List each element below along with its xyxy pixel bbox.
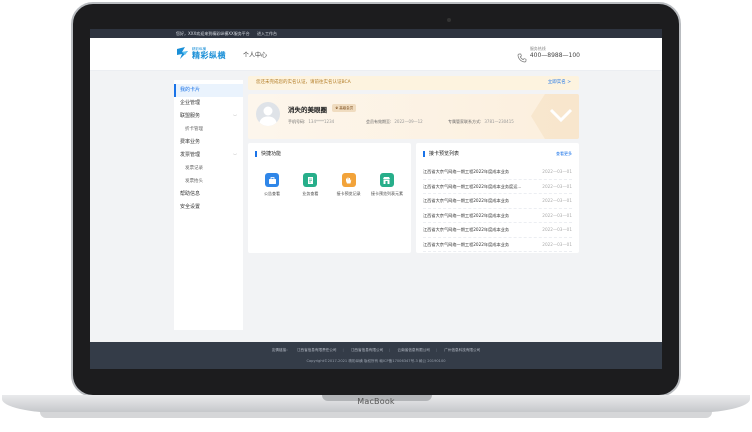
contact-info: 专属管家联系方式: 3781—230415 (448, 119, 514, 124)
footer-links: 友情链接： 江西省信息有限责任公司 | 江西省信息有限公司 | 云南省信息有限公司 |… (271, 348, 481, 352)
notice-text: 您还未完成您的实名认证，请前往实名认证BCA (256, 80, 351, 85)
quick-functions-panel: 快捷功能 公告查看 业务查看 接卡预览记录 接卡预览列表元素 (248, 143, 411, 253)
footer-link[interactable]: 江西省信息有限公司 (351, 348, 383, 352)
footer-link[interactable]: 云南省信息有限公司 (398, 348, 430, 352)
quick-functions-title: 快捷功能 (255, 151, 281, 157)
sidebar-item-invoice-title[interactable]: 发票抬头 (174, 175, 243, 188)
verify-now-link[interactable]: 立即实名 > (548, 76, 571, 90)
list-item[interactable]: 江西省大京气网络一期工程2022年度成本业务 2022—03—01 (423, 194, 572, 209)
quick-grid: 公告查看 业务查看 接卡预览记录 接卡预览列表元素 (254, 173, 405, 197)
panels-row: 快捷功能 公告查看 业务查看 接卡预览记录 接卡预览列表元素 接卡预览列表 查看… (248, 143, 579, 253)
sidebar-item-security[interactable]: 安全设置 (174, 201, 243, 214)
list-item[interactable]: 江西省大京气网络一期工程2022年度成本业务 2022—03—01 (423, 165, 572, 180)
crown-icon: ♛ (335, 106, 339, 110)
phone-icon (517, 48, 527, 63)
profile-card: 消失的美眼圈 ♛ 高级会员 手机号码: 134****1234 会员有效期至: 20… (248, 94, 579, 139)
hand-icon (341, 173, 356, 187)
main-panel: 您还未完成您的实名认证，请前往实名认证BCA 立即实名 > 消失的美眼圈 ♛ 高… (248, 76, 579, 253)
document-icon (303, 173, 318, 187)
preview-list-panel: 接卡预览列表 查看更多 江西省大京气网络一期工程2022年度成本业务 2022—0… (416, 143, 579, 253)
sidebar: 我的卡片 企业管理 联盟服务 ﹀ 折卡管理 费率业务 发票管理 ﹀ 发票记录 发… (174, 80, 243, 330)
phone-info: 手机号码: 134****1234 (288, 119, 335, 124)
laptop-base: MacBook (2, 395, 750, 413)
sidebar-item-invoice[interactable]: 发票管理 ﹀ (174, 149, 243, 162)
sidebar-item-rate[interactable]: 费率业务 (174, 136, 243, 149)
phone-value: 134****1234 (308, 119, 335, 124)
logo-icon (176, 46, 190, 60)
header: 精彩纵横 精彩纵横 个人中心 服务热线 400—8988—100 (90, 38, 662, 71)
screen: 您好，XXX欢迎来到精彩纵横XX服务平台 进入工作台 精彩纵横 精彩纵横 个人中… (90, 29, 662, 369)
preview-list-title: 接卡预览列表 (423, 151, 459, 157)
workbench-link[interactable]: 进入工作台 (257, 31, 277, 36)
contact-value: 3781—230415 (484, 119, 514, 124)
list-item[interactable]: 江西省大京气网络一期工程2022年度成本业务 2022—03—01 (423, 238, 572, 252)
copyright: Copyright©2017-2021 精彩纵横 版权所有 赣ICP备17006… (306, 359, 446, 363)
footer: 友情链接： 江西省信息有限责任公司 | 江西省信息有限公司 | 云南省信息有限公司 |… (90, 342, 662, 369)
list-item[interactable]: 江西省大京气网络一期工程2022年度成本业务 2022—03—01 (423, 209, 572, 223)
member-badge: ♛ 高级会员 (332, 104, 357, 112)
quick-item-announcements[interactable]: 公告查看 (254, 173, 290, 197)
notice-banner: 您还未完成您的实名认证，请前往实名认证BCA 立即实名 > (248, 76, 579, 90)
quick-item-business[interactable]: 业务查看 (292, 173, 328, 197)
expire-info: 会员有效期至: 2022—09—12 (366, 119, 423, 124)
camera-icon (447, 18, 451, 22)
expire-value: 2022—09—12 (394, 119, 423, 124)
profile-decoration (531, 94, 579, 139)
list-item[interactable]: 江西省大京气网络一期工程2022年度成本业务 2022—03—01 (423, 223, 572, 238)
content-area: 我的卡片 企业管理 联盟服务 ﹀ 折卡管理 费率业务 发票管理 ﹀ 发票记录 发… (90, 72, 662, 342)
user-name: 消失的美眼圈 (288, 106, 327, 114)
chevron-down-icon: ﹀ (233, 114, 237, 119)
view-more-link[interactable]: 查看更多 (556, 151, 572, 157)
logo-title: 精彩纵横 (192, 50, 226, 60)
sidebar-item-invoice-records[interactable]: 发票记录 (174, 162, 243, 175)
personal-center-title[interactable]: 个人中心 (243, 50, 267, 59)
laptop-base-shadow (40, 412, 712, 418)
sidebar-item-help[interactable]: 帮助信息 (174, 188, 243, 201)
welcome-text: 您好，XXX欢迎来到精彩纵横XX服务平台 (176, 31, 250, 36)
chevron-down-icon: ﹀ (233, 153, 237, 158)
list-item[interactable]: 江西省大京气网络一期工程2022年度成本业务度运... 2022—03—01 (423, 180, 572, 194)
hotline: 服务热线 400—8988—100 (517, 46, 580, 63)
sidebar-item-card-manage[interactable]: 折卡管理 (174, 123, 243, 136)
sidebar-item-alliance[interactable]: 联盟服务 ﹀ (174, 110, 243, 123)
avatar[interactable] (256, 102, 280, 126)
device-brand: MacBook (357, 397, 395, 406)
quick-item-preview-list[interactable]: 接卡预览列表元素 (369, 173, 405, 197)
logo[interactable]: 精彩纵横 精彩纵横 (176, 46, 226, 60)
preview-list: 江西省大京气网络一期工程2022年度成本业务 2022—03—01 江西省大京气网… (423, 165, 572, 252)
hotline-number: 400—8988—100 (529, 52, 580, 59)
sidebar-item-my-card[interactable]: 我的卡片 (174, 84, 243, 97)
footer-link[interactable]: 广州信息科技有限公司 (444, 348, 480, 352)
top-info-bar: 您好，XXX欢迎来到精彩纵横XX服务平台 进入工作台 (90, 29, 662, 38)
quick-item-preview-records[interactable]: 接卡预览记录 (331, 173, 367, 197)
briefcase-icon (265, 173, 279, 187)
shop-icon (379, 173, 394, 187)
sidebar-item-enterprise[interactable]: 企业管理 (174, 97, 243, 110)
footer-links-label: 友情链接： (271, 348, 290, 352)
footer-link[interactable]: 江西省信息有限责任公司 (297, 348, 337, 352)
